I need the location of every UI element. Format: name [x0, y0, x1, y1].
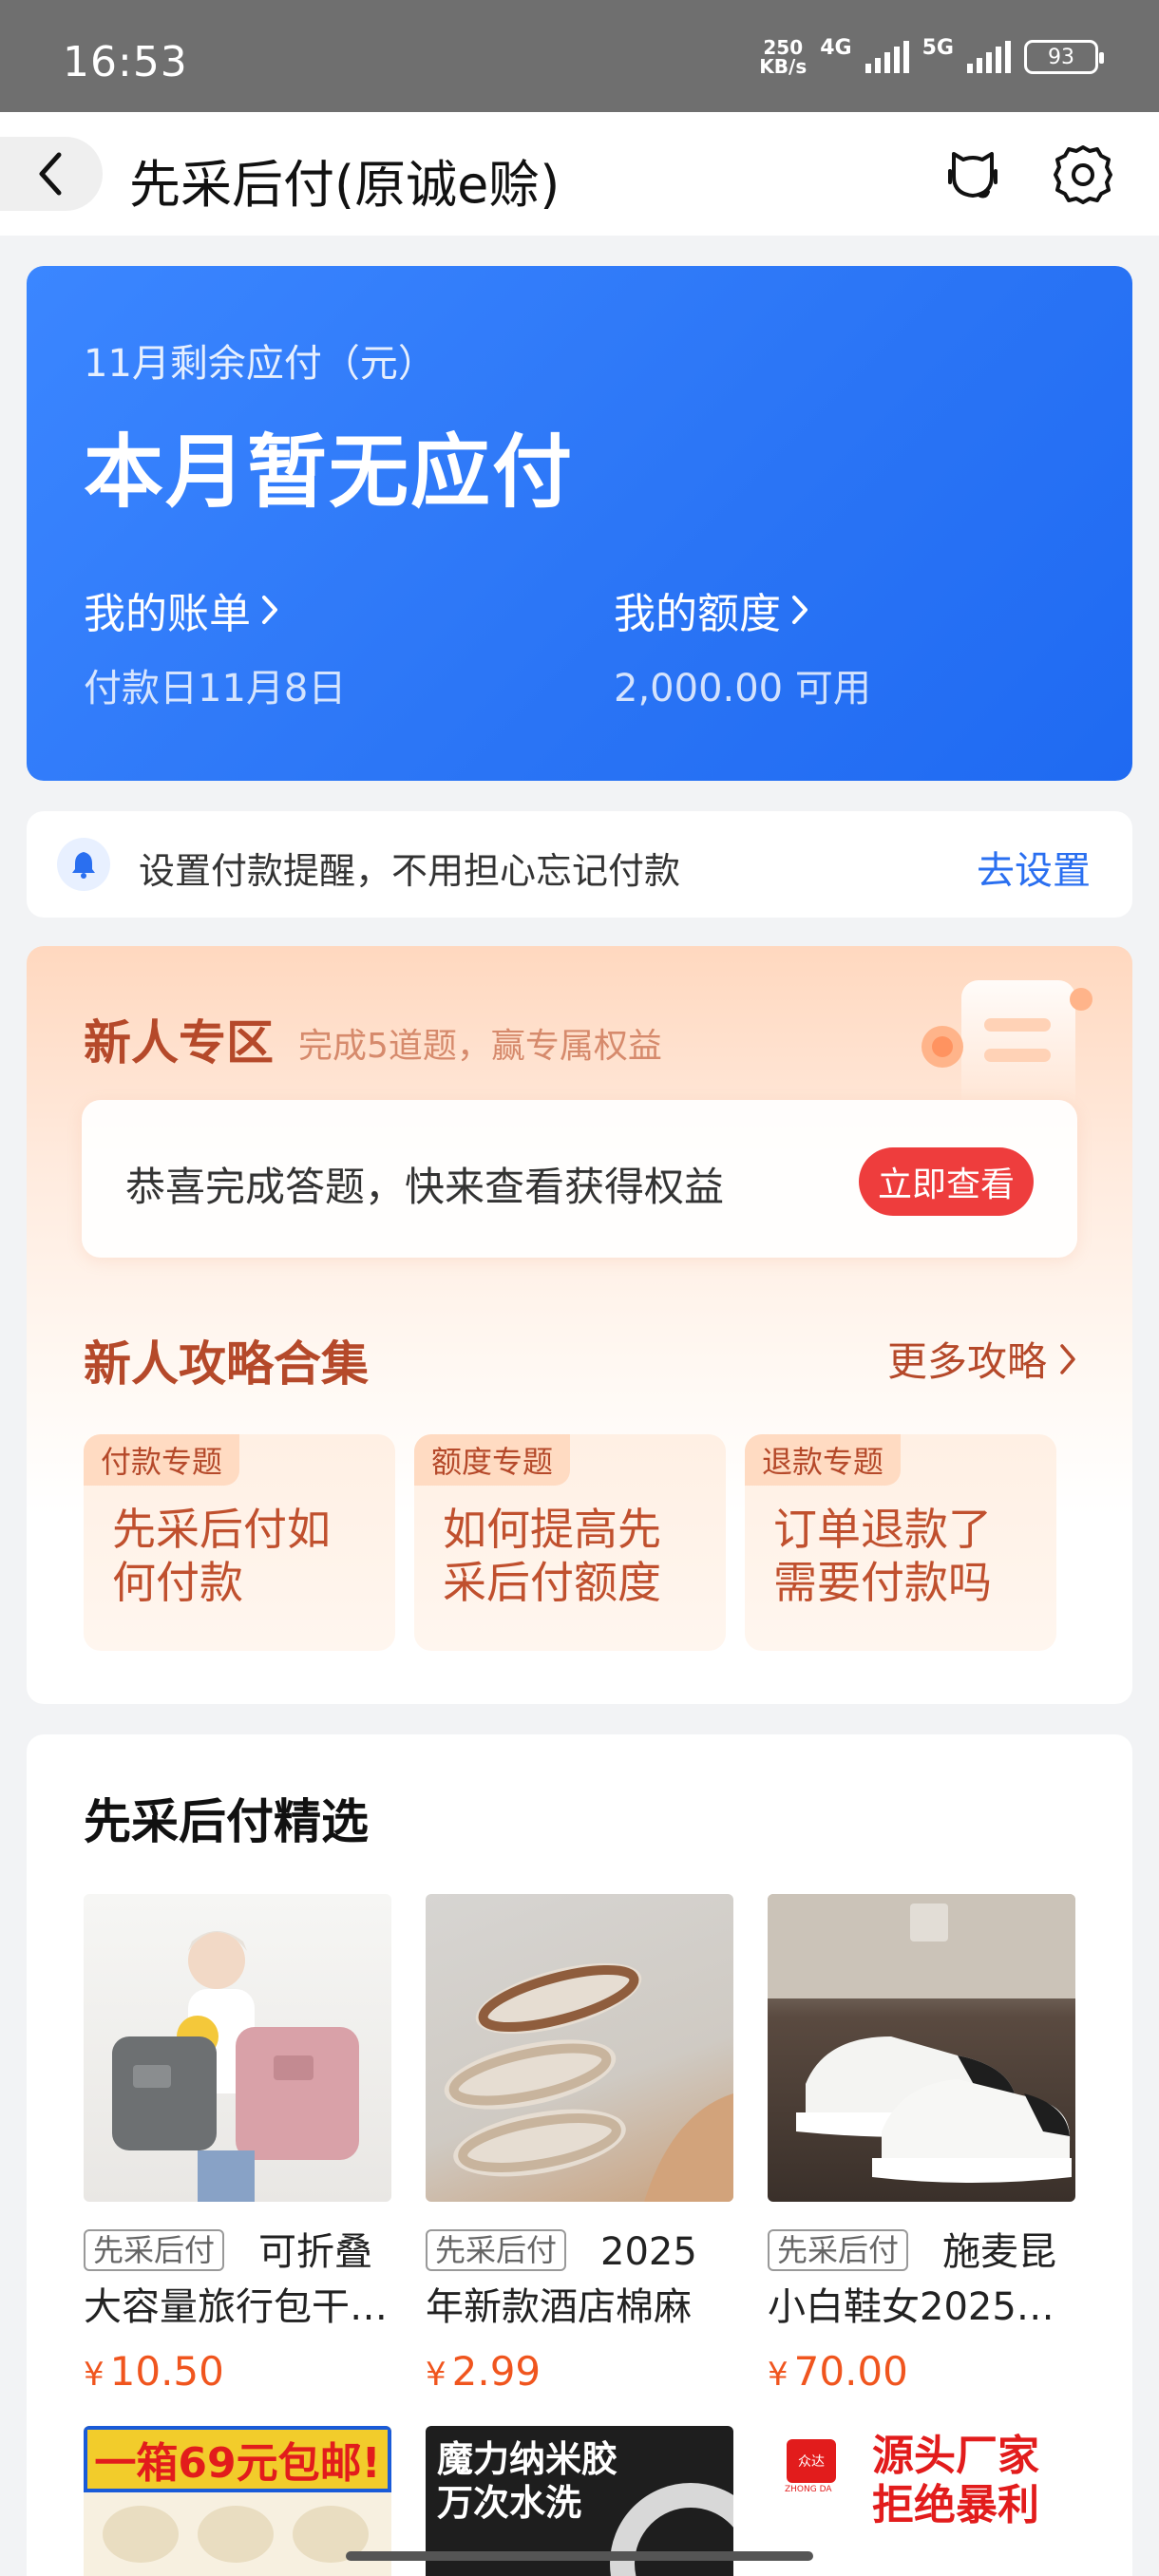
status-bar: 16:53 250 KB/s 4G 5G 93	[0, 0, 1159, 112]
payment-day: 付款日11月8日	[84, 667, 347, 710]
product-name: 先采后付2025年新款酒店棉麻拖…	[426, 2229, 697, 2329]
customer-service-icon	[948, 152, 998, 199]
net-speed: 250 KB/s	[759, 36, 808, 78]
go-settings-link[interactable]: 去设置	[977, 840, 1091, 895]
pay-later-badge: 先采后付	[84, 2229, 225, 2271]
product-image-sneakers	[768, 1894, 1075, 2202]
network-5g-label: 5G	[922, 35, 954, 60]
home-indicator[interactable]	[346, 2551, 813, 2561]
featured-products-title: 先采后付精选	[84, 1794, 369, 1849]
guide-collection-title: 新人攻略合集	[84, 1336, 369, 1392]
remaining-due-value: 本月暂无应付	[84, 426, 575, 519]
nav-bar: 先采后付(原诚e赊)	[0, 112, 1159, 236]
signal-icon	[864, 41, 909, 73]
network-4g-label: 4G	[820, 35, 852, 60]
quiz-result-card: 恭喜完成答题，快来查看获得权益 立即查看	[82, 1100, 1077, 1258]
newcomer-subtitle: 完成5道题，赢专属权益	[298, 1027, 662, 1066]
thumb-promo-text: 魔力纳米胶	[437, 2438, 618, 2480]
view-now-button[interactable]: 立即查看	[859, 1147, 1034, 1216]
newcomer-title: 新人专区	[84, 1015, 274, 1070]
guide-title: 订单退款了需要付款吗	[773, 1504, 992, 1608]
signal-icon	[967, 41, 1011, 73]
status-time: 16:53	[63, 38, 188, 86]
product-card[interactable]: 先采后付 可折叠大容量旅行包干… ¥10.50	[84, 1894, 391, 2395]
guide-tag: 付款专题	[84, 1434, 240, 1486]
pay-later-badge: 先采后付	[426, 2229, 567, 2271]
product-price: ¥2.99	[426, 2348, 542, 2395]
payment-reminder-bar: 设置付款提醒，不用担心忘记付款 去设置	[27, 811, 1132, 918]
product-image-travel-bag	[84, 1894, 391, 2202]
battery-icon: 93	[1024, 40, 1104, 74]
remaining-due-label: 11月剩余应付（元）	[84, 342, 436, 386]
scroll-decoration-icon	[922, 980, 1092, 1123]
gear-icon	[1054, 145, 1112, 204]
pay-later-badge: 先采后付	[768, 2229, 909, 2271]
newcomer-zone: 新人专区 完成5道题，赢专属权益 恭喜完成答题，快来查看获得权益 立即查看 新人…	[27, 946, 1132, 1704]
thumb-promo-text: 源头厂家	[872, 2432, 1039, 2480]
chevron-right-icon	[1060, 1343, 1075, 1374]
thumb-promo-text: 一箱69元包邮!	[94, 2439, 381, 2488]
product-thumb-factory[interactable]: 众达 ZHONG DA 源头厂家 拒绝暴利	[768, 2426, 1075, 2576]
product-name: 先采后付 施麦昆小白鞋女2025…	[768, 2229, 1057, 2329]
product-card[interactable]: 先采后付 施麦昆小白鞋女2025… ¥70.00	[768, 1894, 1075, 2395]
status-icons: 250 KB/s 4G 5G 93	[759, 35, 1104, 78]
product-price: ¥10.50	[84, 2348, 224, 2395]
chevron-right-icon	[262, 596, 277, 624]
product-price: ¥70.00	[768, 2348, 908, 2395]
featured-products-section: 先采后付精选 先采后付 可折叠大容量旅行包干… ¥10.50 先采后付 2025…	[27, 1734, 1132, 2576]
product-image-slippers	[426, 1894, 733, 2202]
guide-title: 先采后付如何付款	[112, 1504, 331, 1608]
settings-button[interactable]	[1049, 141, 1117, 209]
guide-tag: 退款专题	[745, 1434, 902, 1486]
product-name: 先采后付 可折叠大容量旅行包干…	[84, 2229, 388, 2329]
more-guides-link[interactable]: 更多攻略	[887, 1330, 1077, 1388]
product-card[interactable]: 先采后付2025年新款酒店棉麻拖… ¥2.99	[426, 1894, 733, 2395]
thumb-promo-text: 万次水洗	[437, 2482, 582, 2524]
thumb-logo: 众达	[787, 2439, 836, 2483]
bill-summary-card: 11月剩余应付（元） 本月暂无应付 我的账单 付款日11月8日 我的额度 2,0…	[27, 266, 1132, 781]
guide-card-quota[interactable]: 额度专题 如何提高先采后付额度	[414, 1434, 726, 1651]
back-icon	[39, 152, 62, 196]
my-bill-link[interactable]: 我的账单	[84, 579, 279, 640]
bell-icon	[57, 838, 110, 891]
guide-tag: 额度专题	[414, 1434, 571, 1486]
guide-title: 如何提高先采后付额度	[443, 1504, 661, 1608]
chevron-right-icon	[792, 596, 808, 624]
back-button[interactable]	[0, 137, 103, 211]
guide-card-refund[interactable]: 退款专题 订单退款了需要付款吗	[745, 1434, 1056, 1651]
my-quota-link[interactable]: 我的额度	[614, 579, 809, 640]
page-title: 先采后付(原诚e赊)	[129, 155, 560, 215]
reminder-text: 设置付款提醒，不用担心忘记付款	[139, 850, 681, 892]
available-quota: 2,000.00 可用	[614, 667, 871, 710]
customer-service-button[interactable]	[939, 141, 1007, 209]
guide-card-payment[interactable]: 付款专题 先采后付如何付款	[84, 1434, 395, 1651]
quiz-result-text: 恭喜完成答题，快来查看获得权益	[125, 1164, 725, 1210]
thumb-promo-text: 拒绝暴利	[872, 2481, 1039, 2529]
